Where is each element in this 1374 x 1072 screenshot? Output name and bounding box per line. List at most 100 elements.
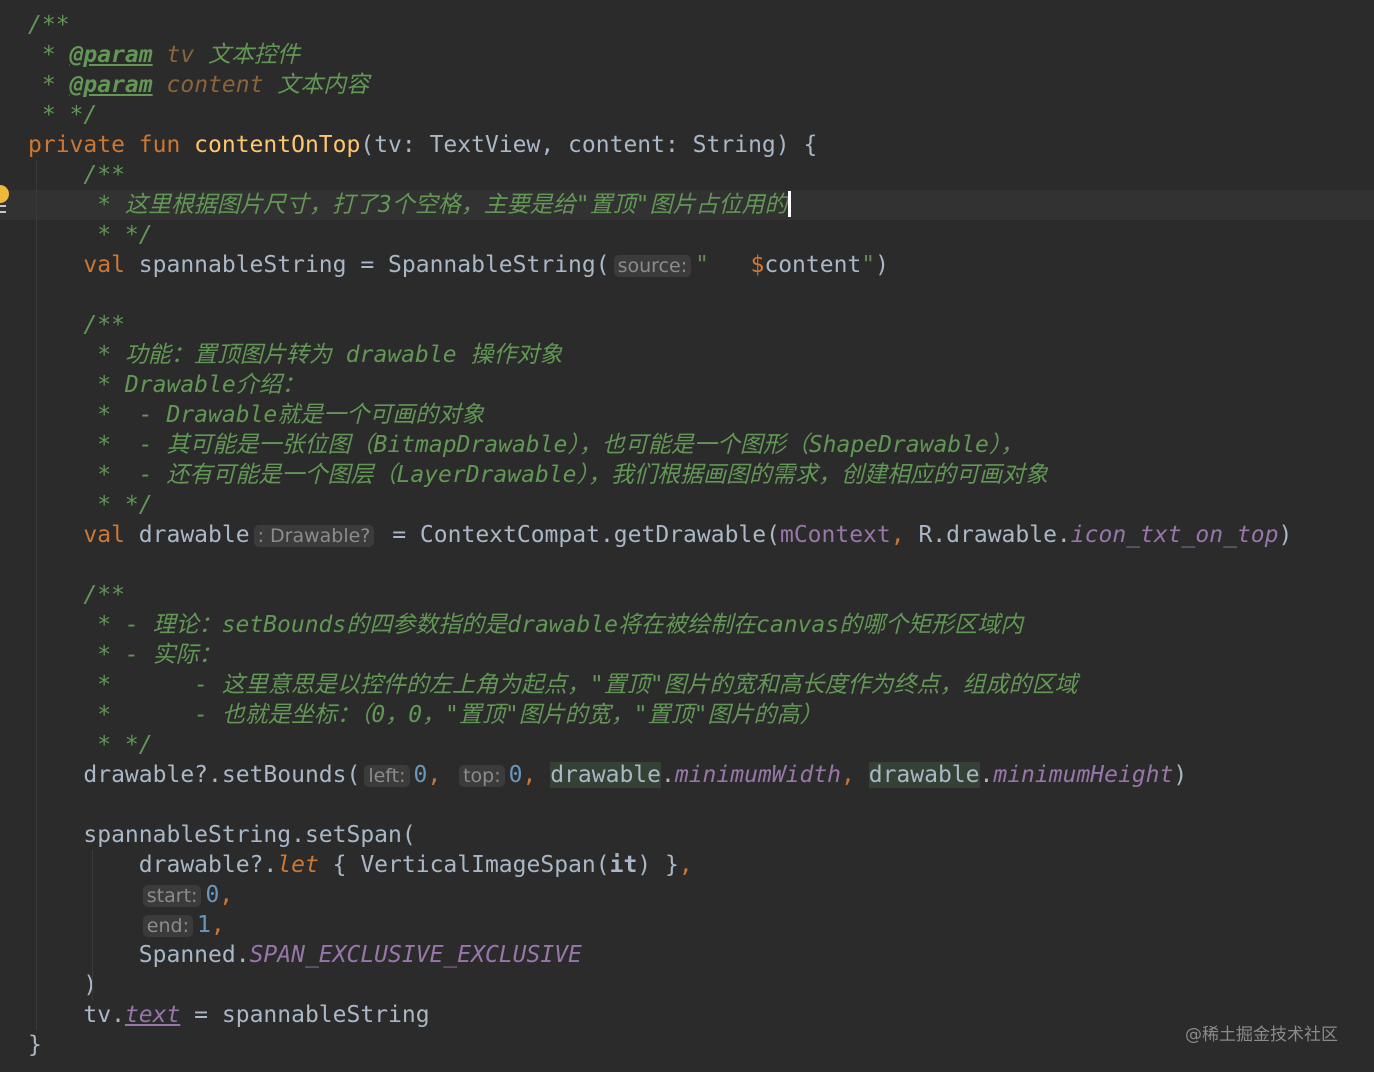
- code-token: * */: [28, 492, 153, 518]
- watermark: @稀土掘金技术社区: [1185, 1025, 1338, 1045]
- code-line[interactable]: * - Drawable就是一个可画的对象: [0, 400, 1374, 430]
- code-token: icon_txt_on_top: [1070, 522, 1279, 548]
- code-line[interactable]: * - 还有可能是一个图层（LayerDrawable），我们根据画图的需求，创…: [0, 460, 1374, 490]
- code-line[interactable]: * Drawable介绍：: [0, 370, 1374, 400]
- code-token: 文本内容: [263, 72, 370, 98]
- code-token: (tv: TextView, content: String) {: [360, 132, 818, 158]
- code-token: * - 也就是坐标：（0，0，"置顶"图片的宽，"置顶"图片的高）: [28, 702, 823, 728]
- code-token: /**: [28, 12, 70, 38]
- code-token: ,: [678, 852, 693, 878]
- code-token: tv: [166, 42, 195, 68]
- code-token: drawable: [138, 522, 250, 548]
- code-token: /**: [28, 582, 125, 608]
- code-token: $: [750, 252, 765, 278]
- code-editor[interactable]: /** * @param tv 文本控件 * @param content 文本…: [0, 0, 1374, 1072]
- code-line[interactable]: * - 理论：setBounds的四参数指的是drawable将在被绘制在can…: [0, 610, 1374, 640]
- code-token: drawable: [868, 762, 980, 788]
- code-line[interactable]: spannableString.setSpan(: [0, 820, 1374, 850]
- code-line[interactable]: * */: [0, 730, 1374, 760]
- code-token: minimumHeight: [993, 762, 1174, 788]
- code-token: ,: [522, 762, 551, 788]
- code-token: Spanned.: [28, 942, 250, 968]
- code-line[interactable]: Spanned.SPAN_EXCLUSIVE_EXCLUSIVE: [0, 940, 1374, 970]
- code-token: }: [28, 1032, 42, 1058]
- intention-menu-icon[interactable]: [0, 205, 6, 213]
- code-line[interactable]: * - 实际：: [0, 640, 1374, 670]
- code-line[interactable]: * - 也就是坐标：（0，0，"置顶"图片的宽，"置顶"图片的高）: [0, 700, 1374, 730]
- code-line[interactable]: * 功能：置顶图片转为 drawable 操作对象: [0, 340, 1374, 370]
- code-token: 1: [196, 912, 211, 938]
- code-token: drawable?.: [28, 852, 278, 878]
- code-token: spannableString = SpannableString(: [138, 252, 610, 278]
- code-token: * - 理论：setBounds的四参数指的是drawable将在被绘制在can…: [28, 612, 1024, 638]
- code-token: 文本控件: [194, 42, 301, 68]
- code-token: 0: [508, 762, 523, 788]
- code-token: /**: [28, 312, 125, 338]
- code-token: val: [83, 252, 139, 278]
- code-token: ): [1278, 522, 1293, 548]
- code-token: ,: [219, 882, 234, 908]
- code-line[interactable]: /**: [0, 160, 1374, 190]
- code-token: drawable: [550, 762, 661, 788]
- inlay-hint: source:: [613, 255, 692, 277]
- code-line[interactable]: * */: [0, 220, 1374, 250]
- code-token: .: [979, 762, 994, 788]
- code-token: content: [166, 72, 264, 98]
- code-token: tv.: [28, 1002, 125, 1028]
- code-token: mContext: [779, 522, 891, 548]
- code-line[interactable]: * - 其可能是一张位图（BitmapDrawable），也可能是一个图形（Sh…: [0, 430, 1374, 460]
- inlay-hint: start:: [142, 885, 202, 907]
- code-token: * - Drawable就是一个可画的对象: [28, 402, 485, 428]
- code-token: it: [609, 852, 638, 878]
- code-line[interactable]: * */: [0, 490, 1374, 520]
- code-token: * */: [28, 102, 98, 128]
- code-token: ,: [890, 522, 919, 548]
- code-token: 0: [413, 762, 428, 788]
- indent-guide: [36, 160, 37, 1030]
- code-token: @param: [69, 72, 153, 98]
- code-token: * */: [28, 222, 153, 248]
- code-line[interactable]: [0, 550, 1374, 580]
- code-line[interactable]: * 这里根据图片尺寸，打了3个空格，主要是给"置顶"图片占位用的: [0, 190, 1374, 220]
- inlay-hint: : Drawable?: [253, 525, 375, 547]
- code-line[interactable]: [0, 280, 1374, 310]
- code-line[interactable]: * @param content 文本内容: [0, 70, 1374, 100]
- code-token: content: [764, 252, 862, 278]
- code-line[interactable]: /**: [0, 10, 1374, 40]
- code-line[interactable]: [0, 790, 1374, 820]
- code-line[interactable]: private fun contentOnTop(tv: TextView, c…: [0, 130, 1374, 160]
- code-token: * - 还有可能是一个图层（LayerDrawable），我们根据画图的需求，创…: [28, 462, 1048, 488]
- code-line[interactable]: /**: [0, 310, 1374, 340]
- code-line[interactable]: val spannableString = SpannableString(so…: [0, 250, 1374, 280]
- inlay-hint: end:: [142, 915, 193, 937]
- code-token: * 这里根据图片尺寸，打了3个空格，主要是给"置顶"图片占位用的: [28, 192, 788, 218]
- code-line[interactable]: ): [0, 970, 1374, 1000]
- inlay-hint: top:: [459, 765, 505, 787]
- code-line[interactable]: drawable?.setBounds(left: 0, top: 0, drawa…: [0, 760, 1374, 790]
- code-token: *: [28, 42, 70, 68]
- code-token: val: [83, 522, 139, 548]
- code-line[interactable]: start: 0,: [0, 880, 1374, 910]
- code-token: { VerticalImageSpan(: [318, 852, 610, 878]
- code-line[interactable]: end: 1,: [0, 910, 1374, 940]
- code-token: /**: [28, 162, 125, 188]
- code-token: spannableString.setSpan(: [28, 822, 416, 848]
- code-line[interactable]: * @param tv 文本控件: [0, 40, 1374, 70]
- code-token: * Drawable介绍：: [28, 372, 305, 398]
- code-token: ) }: [637, 852, 679, 878]
- code-token: drawable?.setBounds(: [28, 762, 361, 788]
- code-line[interactable]: val drawable: Drawable? = ContextCompat.…: [0, 520, 1374, 550]
- code-line[interactable]: * - 这里意思是以控件的左上角为起点，"置顶"图片的宽和高长度作为终点，组成的…: [0, 670, 1374, 700]
- code-line[interactable]: }: [0, 1030, 1374, 1060]
- code-token: let: [277, 852, 319, 878]
- code-line[interactable]: drawable?.let { VerticalImageSpan(it) },: [0, 850, 1374, 880]
- code-line[interactable]: * */: [0, 100, 1374, 130]
- code-token: * 功能：置顶图片转为 drawable 操作对象: [28, 342, 563, 368]
- code-line[interactable]: tv.text = spannableString: [0, 1000, 1374, 1030]
- text-caret: [788, 191, 792, 217]
- code-token: ,: [841, 762, 869, 788]
- code-line[interactable]: /**: [0, 580, 1374, 610]
